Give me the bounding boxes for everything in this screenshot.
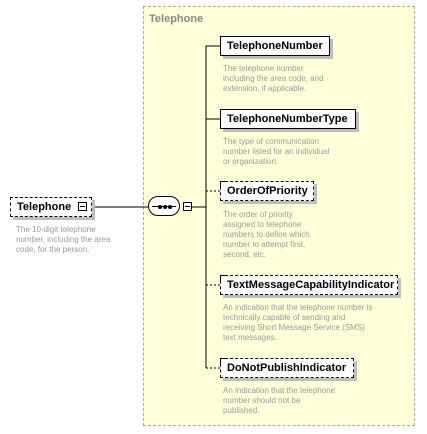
order-of-priority-description: The order of priority assigned to teleph…: [223, 210, 310, 259]
element-telephone-number-type[interactable]: TelephoneNumberType: [220, 109, 356, 129]
root-element-label: Telephone: [17, 201, 72, 213]
collapse-toggle-icon[interactable]: [78, 202, 87, 211]
telephone-number-description: The telephone number including the area …: [223, 64, 324, 93]
telephone-number-type-description: The type of communication number listed …: [223, 137, 330, 166]
root-description: The 10-digit telephone number, including…: [16, 225, 111, 254]
text-message-capability-description: An indication that the telephone number …: [223, 303, 373, 342]
element-telephone-number[interactable]: TelephoneNumber: [220, 36, 330, 56]
element-order-of-priority[interactable]: OrderOfPriority: [220, 181, 314, 201]
sequence-compositor-icon[interactable]: [148, 196, 180, 216]
element-text-message-capability-indicator[interactable]: TextMessageCapabilityIndicator: [220, 275, 398, 295]
do-not-publish-description: An indication that the telephone number …: [223, 386, 336, 415]
sequence-collapse-icon[interactable]: [183, 202, 192, 211]
element-do-not-publish-indicator[interactable]: DoNotPublishIndicator: [220, 358, 354, 378]
connector-lines: [92, 45, 220, 369]
